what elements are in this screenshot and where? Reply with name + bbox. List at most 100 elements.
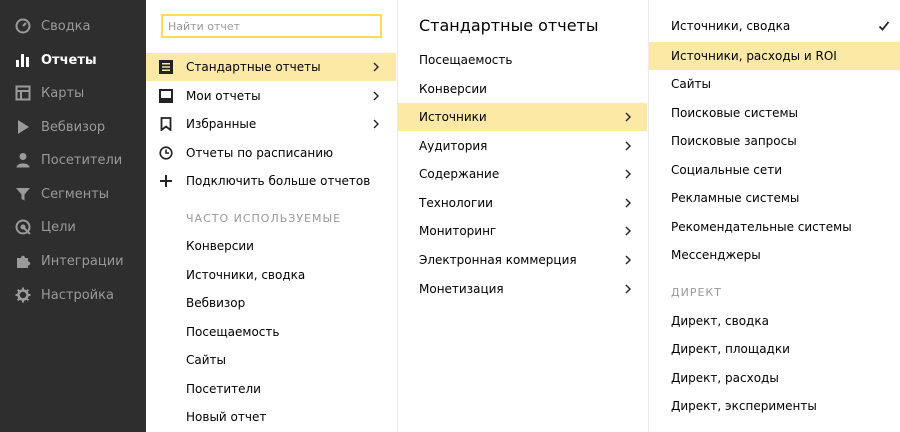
chevron-right-icon (623, 198, 633, 208)
menu-item-label: Отчеты по расписанию (186, 146, 334, 160)
sidebar-item-maps[interactable]: Карты (0, 78, 146, 108)
menu-item-connect-reports[interactable]: Подключить больше отчетов (146, 167, 396, 195)
chevron-right-icon (623, 112, 633, 122)
source-item[interactable]: Мессенджеры (649, 241, 900, 269)
direct-item[interactable]: Директ, площадки (649, 335, 900, 363)
sidebar-item-label: Настройка (41, 287, 114, 303)
sidebar-item-reports[interactable]: Отчеты (0, 45, 146, 75)
std-item-content[interactable]: Содержание (398, 160, 647, 188)
sidebar-item-label: Сегменты (41, 186, 110, 202)
sidebar-item-visitors[interactable]: Посетители (0, 145, 146, 175)
sidebar-item-goals[interactable]: Цели (0, 212, 146, 242)
dashboard-icon (15, 18, 31, 34)
menu-item-favorites[interactable]: Избранные (146, 110, 396, 138)
menu-item-my-reports[interactable]: Мои отчеты (146, 82, 396, 110)
reports-menu: Стандартные отчеты Мои отчеты Избранные … (146, 0, 396, 432)
std-item-label: Содержание (419, 167, 500, 181)
map-icon (15, 85, 31, 101)
frequent-item-label: Посещаемость (186, 325, 280, 339)
chevron-right-icon (371, 119, 381, 129)
source-item-label: Рекламные системы (671, 191, 800, 205)
frequent-item[interactable]: Посетители (146, 375, 396, 403)
source-item[interactable]: Рекомендательные системы (649, 213, 900, 241)
std-item-sources[interactable]: Источники (398, 103, 647, 131)
source-item[interactable]: Сайты (649, 70, 900, 98)
std-item-label: Электронная коммерция (419, 253, 577, 267)
frequent-item[interactable]: Сайты (146, 346, 396, 374)
filter-icon (15, 186, 31, 202)
frequent-item[interactable]: Новый отчет (146, 403, 396, 431)
source-item-label: Социальные сети (671, 163, 783, 177)
inbox-icon (159, 89, 173, 103)
source-item[interactable]: Источники, сводка (649, 12, 900, 40)
sidebar: Сводка Отчеты Карты Вебвизор Посетители … (0, 0, 146, 432)
sidebar-item-segments[interactable]: Сегменты (0, 179, 146, 209)
user-icon (15, 152, 31, 168)
std-item-label: Аудитория (419, 139, 488, 153)
frequent-item-label: Новый отчет (186, 410, 267, 424)
frequent-item[interactable]: Конверсии (146, 232, 396, 260)
source-item-label: Поисковые запросы (671, 134, 797, 148)
direct-item-label: Директ, сводка (671, 314, 769, 328)
chevron-right-icon (623, 284, 633, 294)
source-item[interactable]: Социальные сети (649, 156, 900, 184)
frequent-item[interactable]: Источники, сводка (146, 261, 396, 289)
direct-heading: ДИРЕКТ (671, 286, 722, 299)
menu-item-scheduled-reports[interactable]: Отчеты по расписанию (146, 139, 396, 167)
source-item-label: Рекомендательные системы (671, 220, 852, 234)
std-item-monitoring[interactable]: Мониторинг (398, 217, 647, 245)
puzzle-icon (15, 253, 31, 269)
sidebar-item-summary[interactable]: Сводка (0, 11, 146, 41)
chevron-right-icon (623, 169, 633, 179)
source-item-label: Поисковые системы (671, 106, 798, 120)
std-item-conversions[interactable]: Конверсии (398, 75, 647, 103)
std-item-ecommerce[interactable]: Электронная коммерция (398, 246, 647, 274)
std-item-monetization[interactable]: Монетизация (398, 275, 647, 303)
sidebar-item-label: Интеграции (41, 253, 124, 269)
source-item-label: Источники, сводка (671, 19, 791, 33)
frequent-item-label: Источники, сводка (186, 268, 306, 282)
standard-reports-menu: Стандартные отчеты Посещаемость Конверси… (397, 0, 647, 432)
checkmark-icon (878, 20, 890, 32)
source-item[interactable]: Поисковые запросы (649, 127, 900, 155)
source-item-label: Мессенджеры (671, 248, 761, 262)
menu-item-label: Мои отчеты (186, 89, 261, 103)
frequent-item-label: Вебвизор (186, 296, 246, 310)
chevron-right-icon (371, 91, 381, 101)
std-item-label: Источники (419, 110, 487, 124)
frequent-item-label: Посетители (186, 382, 261, 396)
direct-item[interactable]: Директ, сводка (649, 307, 900, 335)
sidebar-item-webvisor[interactable]: Вебвизор (0, 112, 146, 142)
sidebar-item-settings[interactable]: Настройка (0, 280, 146, 310)
source-item-label: Сайты (671, 77, 711, 91)
reports-bar-icon (15, 52, 31, 68)
menu-item-standard-reports[interactable]: Стандартные отчеты (146, 53, 396, 81)
gear-icon (15, 287, 31, 303)
frequent-item[interactable]: Посещаемость (146, 318, 396, 346)
frequent-item[interactable]: Вебвизор (146, 289, 396, 317)
sources-menu: Источники, сводка Источники, расходы и R… (648, 0, 900, 432)
direct-item-label: Директ, расходы (671, 371, 779, 385)
sidebar-item-label: Сводка (41, 18, 91, 34)
source-item[interactable]: Источники, расходы и ROI (649, 42, 900, 70)
std-item-attendance[interactable]: Посещаемость (398, 46, 647, 74)
sidebar-item-label: Цели (41, 219, 76, 235)
frequent-item-label: Сайты (186, 353, 226, 367)
menu-item-label: Избранные (186, 117, 257, 131)
direct-item[interactable]: Директ, эксперименты (649, 392, 900, 420)
chevron-right-icon (623, 141, 633, 151)
source-item[interactable]: Поисковые системы (649, 99, 900, 127)
direct-item-label: Директ, площадки (671, 342, 790, 356)
std-item-label: Технологии (419, 196, 493, 210)
sidebar-item-integrations[interactable]: Интеграции (0, 246, 146, 276)
std-item-technologies[interactable]: Технологии (398, 189, 647, 217)
play-icon (15, 119, 31, 135)
direct-item[interactable]: Директ, расходы (649, 364, 900, 392)
source-item-label: Источники, расходы и ROI (671, 49, 837, 63)
search-input[interactable] (161, 14, 382, 38)
standard-reports-title: Стандартные отчеты (419, 16, 599, 35)
std-item-audience[interactable]: Аудитория (398, 132, 647, 160)
source-item[interactable]: Рекламные системы (649, 184, 900, 212)
sidebar-item-label: Посетители (41, 152, 123, 168)
chevron-right-icon (371, 62, 381, 72)
